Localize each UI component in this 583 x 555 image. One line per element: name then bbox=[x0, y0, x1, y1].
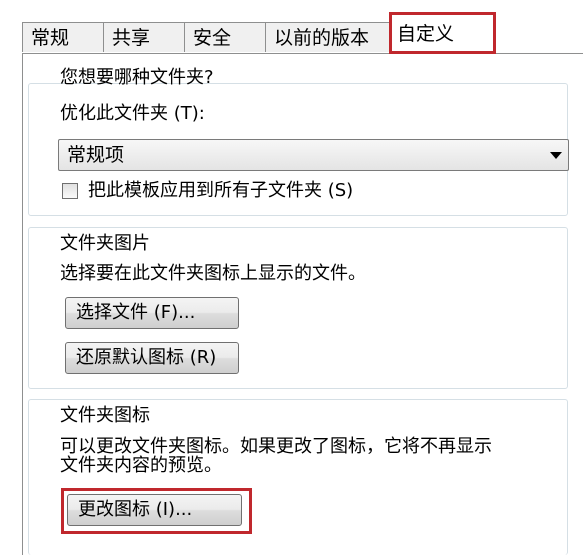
tab-strip: 常规 共享 安全 以前的版本 自定义 bbox=[22, 12, 582, 54]
choose-file-button[interactable]: 选择文件 (F)... bbox=[65, 297, 239, 329]
folder-pictures-title: 文件夹图片 bbox=[60, 233, 150, 254]
apply-subfolders-label: 把此模板应用到所有子文件夹 (S) bbox=[88, 180, 354, 201]
tab-security-label: 安全 bbox=[193, 27, 232, 49]
tab-general-label: 常规 bbox=[31, 27, 70, 49]
tab-highlight-frame bbox=[389, 12, 496, 54]
folder-icons-description-line2: 文件夹内容的预览。 bbox=[60, 455, 222, 476]
apply-subfolders-checkbox[interactable] bbox=[62, 183, 78, 199]
tab-general[interactable]: 常规 bbox=[22, 22, 104, 52]
folder-icons-title: 文件夹图标 bbox=[60, 405, 150, 426]
tab-sharing-label: 共享 bbox=[112, 27, 151, 49]
restore-default-icon-button[interactable]: 还原默认图标 (R) bbox=[65, 342, 239, 374]
tab-previous-versions-label: 以前的版本 bbox=[274, 27, 370, 49]
tab-previous-versions[interactable]: 以前的版本 bbox=[265, 22, 391, 52]
tab-security[interactable]: 安全 bbox=[184, 22, 266, 52]
tab-sharing[interactable]: 共享 bbox=[103, 22, 185, 52]
change-icon-highlight-frame bbox=[61, 488, 252, 534]
folder-pictures-description: 选择要在此文件夹图标上显示的文件。 bbox=[60, 263, 366, 284]
optimize-label: 优化此文件夹 (T): bbox=[60, 103, 205, 124]
optimize-dropdown[interactable]: 常规项 bbox=[58, 139, 569, 171]
optimize-dropdown-value: 常规项 bbox=[67, 144, 125, 166]
folder-type-question: 您想要哪种文件夹? bbox=[60, 67, 214, 88]
dropdown-arrow-icon bbox=[550, 152, 562, 159]
